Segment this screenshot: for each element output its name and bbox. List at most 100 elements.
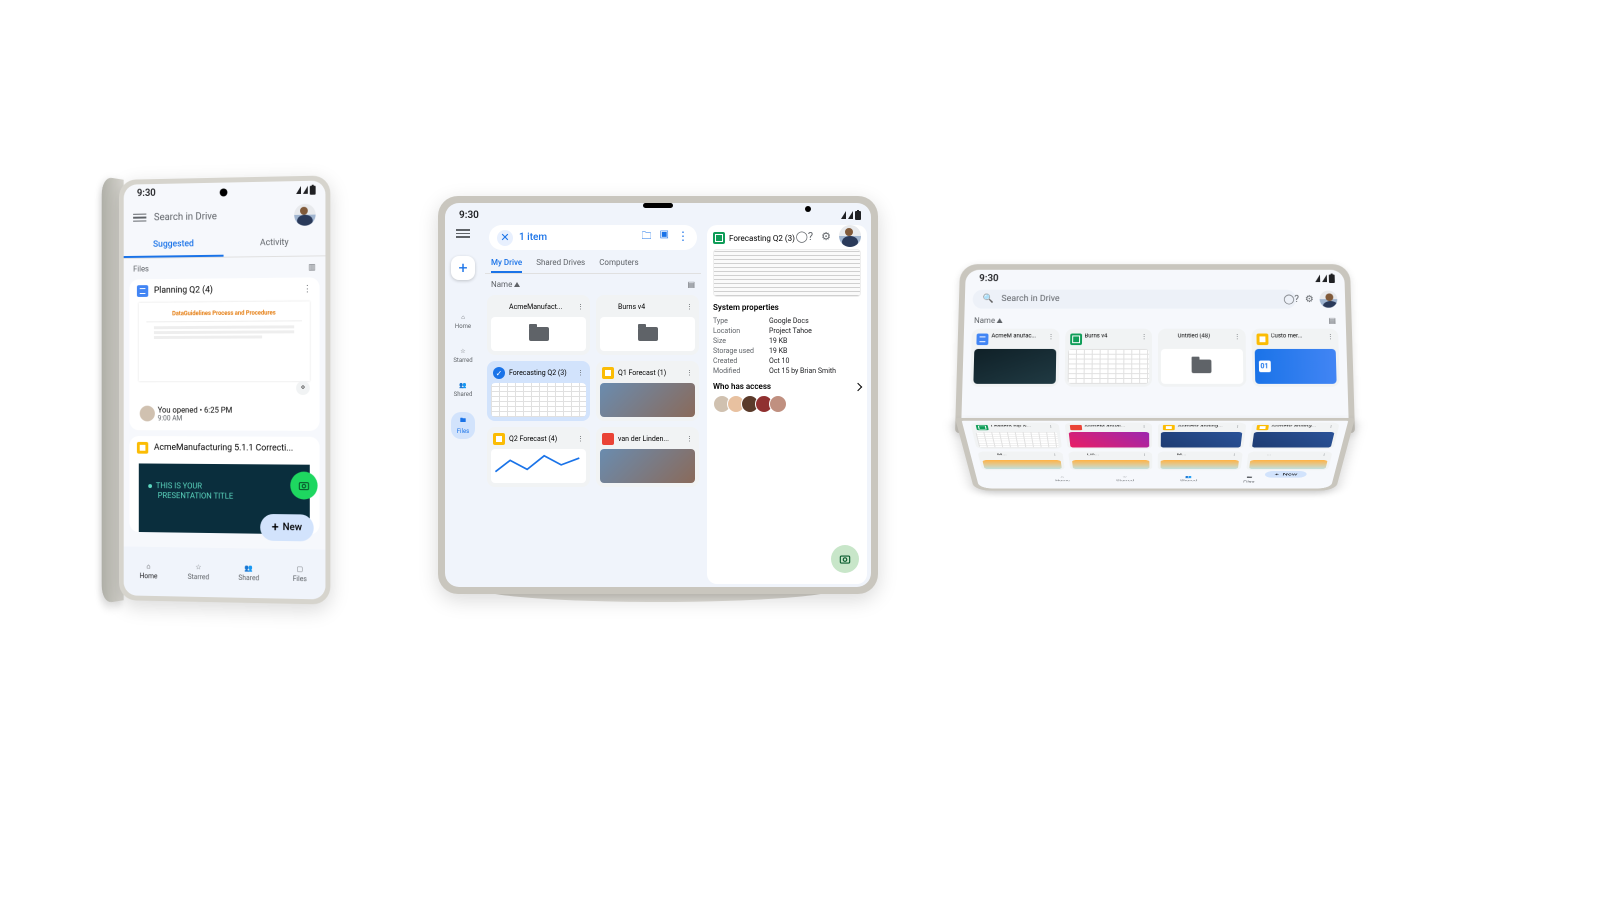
more-icon[interactable]: ⋮ — [1328, 425, 1335, 428]
more-icon[interactable]: ⋮ — [1321, 454, 1327, 457]
tab-activity[interactable]: Activity — [224, 231, 326, 256]
new-fab[interactable]: + — [451, 256, 475, 280]
file-card[interactable]: AcmeBr anding...⋮ — [1248, 423, 1339, 449]
file-card[interactable]: AcmeBr anding...⋮ — [1158, 423, 1246, 449]
avatar[interactable] — [294, 204, 315, 226]
gear-icon[interactable]: ⚙ — [1305, 294, 1314, 304]
view-toggle-icon[interactable]: ▤ — [687, 280, 695, 289]
sheets-icon — [1070, 334, 1082, 346]
more-icon[interactable]: ⋮ — [1327, 334, 1333, 341]
sidebar-item-starred[interactable]: ☆Starred — [451, 344, 474, 368]
file-card[interactable]: Lin...⋮ — [1068, 451, 1153, 470]
star-icon: ☆ — [460, 348, 465, 355]
file-card[interactable]: M...⋮ — [977, 451, 1064, 470]
more-icon[interactable]: ⋮ — [1234, 425, 1240, 428]
file-icon — [1252, 454, 1264, 459]
new-fab[interactable]: +New — [1265, 471, 1307, 478]
more-icon[interactable]: ⋮ — [1231, 454, 1237, 457]
view-toggle-icon[interactable]: ▥ — [308, 262, 315, 271]
file-card[interactable]: M...⋮ — [1158, 451, 1243, 470]
more-icon[interactable]: ⋮ — [1141, 425, 1147, 428]
tab-my-drive[interactable]: My Drive — [491, 258, 522, 273]
nav-files[interactable]: ▢Files — [274, 549, 325, 600]
more-icon[interactable]: ⋮ — [577, 369, 584, 377]
sheets-icon — [713, 232, 725, 244]
sidebar-item-home[interactable]: ⌂Home — [451, 310, 474, 334]
chevron-right-icon[interactable] — [854, 382, 862, 390]
nav-home[interactable]: ⌂Home — [1055, 476, 1071, 483]
file-card[interactable]: Custo mer...⋮01 — [1251, 329, 1340, 387]
file-card[interactable]: Leaders hip &...⋮ — [970, 423, 1061, 449]
clear-selection-icon[interactable]: ✕ — [497, 230, 513, 246]
more-icon[interactable]: ⋮ — [1047, 425, 1053, 428]
file-card[interactable]: Burns v4 ⋮ — [596, 295, 699, 355]
help-icon[interactable]: ◯? — [1283, 294, 1299, 304]
gear-icon[interactable]: ⚙ — [821, 230, 831, 243]
more-icon[interactable]: ⋮ — [303, 284, 312, 294]
file-name: van der Linden... — [618, 435, 669, 443]
tab-shared-drives[interactable]: Shared Drives — [536, 258, 585, 273]
tab-computers[interactable]: Computers — [599, 258, 638, 273]
scan-fab[interactable] — [831, 545, 859, 573]
more-icon[interactable]: ⋮ — [577, 303, 584, 311]
pin-icon[interactable]: ⚬ — [296, 381, 310, 395]
more-icon[interactable]: ⋮ — [1142, 454, 1148, 457]
file-card[interactable]: AcmeManufact...⋮ — [487, 295, 590, 355]
nav-home[interactable]: ⌂Home — [124, 546, 174, 596]
search-input[interactable]: Search in Drive — [154, 210, 286, 223]
file-card[interactable]: ...⋮ — [1246, 451, 1333, 470]
file-icon — [602, 301, 614, 313]
sidebar-item-files[interactable]: 🖿Files — [451, 412, 474, 439]
file-card[interactable]: AcmeM anufac...⋮ — [970, 329, 1059, 387]
more-icon[interactable]: ⋮ — [1141, 334, 1147, 341]
more-icon[interactable]: ⋮ — [686, 369, 693, 377]
scan-fab[interactable] — [290, 472, 317, 500]
file-card[interactable]: ✓Forecasting Q2 (3)⋮ — [487, 361, 590, 421]
file-card-planning[interactable]: Planning Q2 (4) ⋮ DataGuidelines Process… — [129, 277, 319, 431]
more-icon[interactable]: ⋮ — [1048, 334, 1054, 341]
more-icon[interactable]: ⋮ — [686, 435, 693, 443]
new-fab[interactable]: +New — [260, 514, 314, 542]
search-input[interactable]: 🔍 Search in Drive — [972, 290, 1296, 309]
more-icon[interactable]: ⋮ — [686, 303, 693, 311]
bottom-nav: ⌂Home ☆Starred 👥Shared ▢Files — [124, 546, 326, 599]
doc-preview: DataGuidelines Process and Procedures — [139, 301, 310, 381]
selection-bar: ✕ 1 item 🗀 ▣ ⋮ — [489, 225, 697, 250]
file-card[interactable]: AcmeM anual...⋮ — [1064, 423, 1152, 449]
file-card[interactable]: Q2 Forecast (4)⋮ — [487, 427, 590, 487]
more-icon[interactable]: ⋮ — [1052, 454, 1058, 457]
clock: 9:30 — [979, 274, 999, 284]
nav-starred[interactable]: ☆Starred — [1116, 476, 1134, 483]
slides-icon — [1256, 334, 1268, 346]
prop-value: 19 KB — [769, 347, 787, 355]
hamburger-icon[interactable] — [133, 211, 146, 223]
avatar[interactable] — [839, 225, 861, 247]
move-icon[interactable]: 🗀 — [642, 229, 652, 246]
help-icon[interactable]: ◯? — [796, 230, 814, 243]
file-name: Burns v4 — [618, 303, 645, 311]
nav-files[interactable]: 🖿Files — [1243, 476, 1255, 483]
pdf-icon — [602, 433, 614, 445]
overflow-icon[interactable]: ⋮ — [677, 229, 689, 246]
prop-value: Oct 15 by Brian Smith — [769, 367, 836, 375]
sort-label[interactable]: Name — [491, 280, 512, 289]
more-icon[interactable]: ⋮ — [577, 435, 584, 443]
nav-shared[interactable]: 👥Shared — [1180, 476, 1198, 483]
file-card[interactable]: Q1 Forecast (1)⋮ — [596, 361, 699, 421]
sort-label[interactable]: Name — [974, 316, 995, 325]
nav-shared[interactable]: 👥Shared — [224, 548, 275, 598]
avatar[interactable] — [1319, 291, 1337, 308]
more-icon[interactable]: ⋮ — [1234, 334, 1240, 341]
file-card[interactable]: van der Linden... ⋮ — [596, 427, 699, 487]
view-toggle-icon[interactable]: ▤ — [1328, 316, 1336, 325]
file-card[interactable]: Untitled (48)⋮ — [1158, 329, 1246, 387]
file-icon — [983, 454, 996, 459]
file-name: Forecasting Q2 (3) — [509, 369, 567, 377]
prop-value: Google Docs — [769, 317, 809, 325]
hamburger-icon[interactable] — [456, 227, 470, 240]
sidebar-item-shared[interactable]: 👥Shared — [451, 378, 474, 402]
file-card[interactable]: Burns v4⋮ — [1064, 329, 1152, 387]
nav-starred[interactable]: ☆Starred — [173, 547, 223, 597]
remove-icon[interactable]: ▣ — [660, 229, 669, 246]
tab-suggested[interactable]: Suggested — [124, 233, 224, 258]
